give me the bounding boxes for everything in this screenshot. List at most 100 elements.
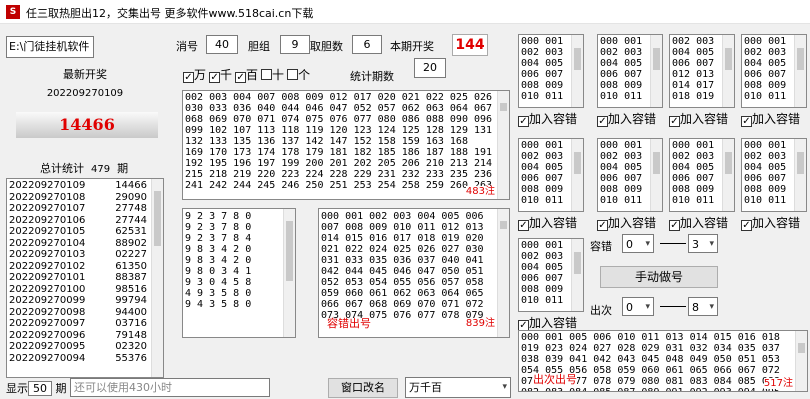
group-scrollbar[interactable] (571, 239, 583, 311)
mode-select[interactable]: 万千百 ▾ (405, 377, 511, 398)
checkbox[interactable]: ✓ (597, 220, 608, 231)
add-to-rongcuo-checkbox[interactable]: ✓加入容错 (741, 214, 800, 231)
chuci-count: 517注 (763, 378, 793, 389)
group-list[interactable]: 000 001 002 003 004 005 006 007 008 009 010 0… (518, 138, 584, 212)
checkbox[interactable]: ✓ (669, 220, 680, 231)
checkbox[interactable]: ✓ (741, 220, 752, 231)
history-row[interactable]: 202209270107 27748 (9, 203, 161, 215)
position-十[interactable]: 十 (261, 68, 284, 82)
history-row[interactable]: 202209270102 61350 (9, 261, 161, 273)
history-number: 61350 (115, 260, 147, 272)
group-list[interactable]: 000 001 002 003 004 005 006 007 008 009 010 0… (597, 138, 663, 212)
group-scrollbar[interactable] (571, 139, 583, 211)
latest-issue: 202209270109 (46, 88, 124, 99)
stat-input[interactable]: 20 (414, 58, 446, 78)
group-scrollbar[interactable] (650, 139, 662, 211)
rongcuo-scrollbar[interactable] (497, 209, 509, 337)
checkbox[interactable]: ✓ (235, 72, 247, 83)
dan-list[interactable]: 9 2 3 7 8 09 2 3 7 8 09 2 3 7 8 49 8 3 4… (182, 208, 296, 338)
group-scrollbar[interactable] (571, 35, 583, 107)
main-number-list[interactable]: 002 003 004 007 008 009 012 017 020 021 … (182, 90, 510, 200)
history-row[interactable]: 202209270098 94400 (9, 307, 161, 319)
manual-button[interactable]: 手动做号 (600, 266, 718, 288)
checkbox[interactable]: ✓ (183, 72, 194, 83)
dan-list-scrollbar[interactable] (283, 209, 295, 337)
group-scrollbar[interactable] (722, 139, 734, 211)
group-list[interactable]: 000 001 002 003 004 005 006 007 008 009 010 0… (741, 138, 807, 212)
chuci-from-select[interactable]: 0 ▾ (622, 297, 654, 316)
position-百[interactable]: ✓百 (235, 68, 258, 83)
position-个[interactable]: 个 (287, 68, 310, 82)
history-row[interactable]: 202209270095 02320 (9, 341, 161, 353)
path-field[interactable]: E:\门徒挂机软件 (6, 36, 94, 58)
checkbox[interactable]: ✓ (741, 116, 752, 127)
main-list-line: 002 003 004 007 008 009 012 017 020 021 … (185, 92, 493, 103)
rongcuo-to-select[interactable]: 3 ▾ (688, 234, 718, 253)
checkbox[interactable] (261, 69, 273, 80)
position-万[interactable]: ✓万 (183, 68, 206, 83)
group-scrollbar[interactable] (794, 35, 806, 107)
group-list[interactable]: 000 001 002 003 004 005 006 007 008 009 010 0… (669, 138, 735, 212)
history-row[interactable]: 202209270101 88387 (9, 272, 161, 284)
add-to-rongcuo-checkbox[interactable]: ✓加入容错 (669, 110, 728, 127)
checkbox[interactable]: ✓ (669, 116, 680, 127)
xiaohao-input[interactable]: 40 (206, 35, 238, 54)
scroll-thumb (574, 252, 581, 274)
checkbox[interactable] (287, 69, 299, 80)
group-scrollbar[interactable] (650, 35, 662, 107)
group-list[interactable]: 000 001 002 003 004 005 006 007 008 009 010 0… (518, 238, 584, 312)
history-row[interactable]: 202209270103 02227 (9, 249, 161, 261)
checkbox[interactable]: ✓ (518, 220, 529, 231)
group-list[interactable]: 000 001 002 003 004 005 006 007 008 009 010 0… (518, 34, 584, 108)
add-to-rongcuo-checkbox[interactable]: ✓加入容错 (518, 314, 577, 331)
group-list[interactable]: 000 001 002 003 004 005 006 007 008 009 010 0… (597, 34, 663, 108)
history-issue: 202209270105 (9, 226, 86, 237)
history-issue: 202209270094 (9, 352, 86, 364)
checkbox[interactable]: ✓ (518, 116, 529, 127)
show-count-input[interactable]: 50 (28, 381, 52, 396)
add-to-rongcuo-checkbox[interactable]: ✓加入容错 (741, 110, 800, 127)
add-label: 加入容错 (529, 112, 578, 126)
main-list-line: 169 170 173 174 178 179 181 182 185 186 … (185, 147, 493, 158)
qudan-input[interactable]: 6 (352, 35, 382, 54)
position-千[interactable]: ✓千 (209, 68, 232, 83)
range-dash (660, 306, 686, 307)
chuci-list[interactable]: 000 001 005 006 010 011 013 014 015 016 … (518, 330, 808, 392)
checkbox[interactable]: ✓ (597, 116, 608, 127)
add-to-rongcuo-checkbox[interactable]: ✓加入容错 (518, 110, 577, 127)
history-number: 55376 (115, 352, 147, 364)
history-row[interactable]: 202209270094 55376 (9, 353, 161, 365)
history-row[interactable]: 202209270096 79148 (9, 330, 161, 342)
rongcuo-list[interactable]: 000 001 002 003 004 005 006 007 008 009 0… (318, 208, 510, 338)
main-list-scrollbar[interactable] (497, 91, 509, 199)
history-row[interactable]: 202209270100 98516 (9, 284, 161, 296)
group-scrollbar[interactable] (722, 35, 734, 107)
group-list[interactable]: 000 001 002 003 004 005 006 007 008 009 010 0… (741, 34, 807, 108)
checkbox[interactable]: ✓ (209, 72, 221, 83)
history-row[interactable]: 202209270106 27744 (9, 215, 161, 227)
history-issue: 202209270104 (9, 237, 86, 249)
main-list-line: 192 195 196 197 199 200 201 202 205 206 … (185, 158, 493, 169)
group-list[interactable]: 002 003 004 005 006 007 012 013 014 017 018 0… (669, 34, 735, 108)
history-row[interactable]: 202209270105 62531 (9, 226, 161, 238)
history-row[interactable]: 202209270108 29090 (9, 192, 161, 204)
chuci-scrollbar[interactable] (795, 331, 807, 391)
add-to-rongcuo-checkbox[interactable]: ✓加入容错 (597, 110, 656, 127)
status-field: 还可以使用430小时 (70, 378, 270, 397)
history-list[interactable]: 202209270109 14466 202209270108 29090 202209… (6, 178, 164, 378)
history-scrollbar[interactable] (151, 179, 163, 377)
add-to-rongcuo-checkbox[interactable]: ✓加入容错 (597, 214, 656, 231)
add-to-rongcuo-checkbox[interactable]: ✓加入容错 (518, 214, 577, 231)
rename-window-button[interactable]: 窗口改名 (328, 378, 398, 398)
add-to-rongcuo-checkbox[interactable]: ✓加入容错 (669, 214, 728, 231)
history-row[interactable]: 202209270104 88902 (9, 238, 161, 250)
history-row[interactable]: 202209270097 03716 (9, 318, 161, 330)
chuci-to-select[interactable]: 8 ▾ (688, 297, 718, 316)
history-row[interactable]: 202209270109 14466 (9, 180, 161, 192)
group-scrollbar[interactable] (794, 139, 806, 211)
danzu-input[interactable]: 9 (280, 35, 310, 54)
rongcuo-from-select[interactable]: 0 ▾ (622, 234, 654, 253)
rongcuo-list-line: 052 053 054 055 056 057 058 (321, 277, 484, 288)
history-row[interactable]: 202209270099 99794 (9, 295, 161, 307)
total-stats: 总计统计 479 期 (40, 162, 129, 175)
